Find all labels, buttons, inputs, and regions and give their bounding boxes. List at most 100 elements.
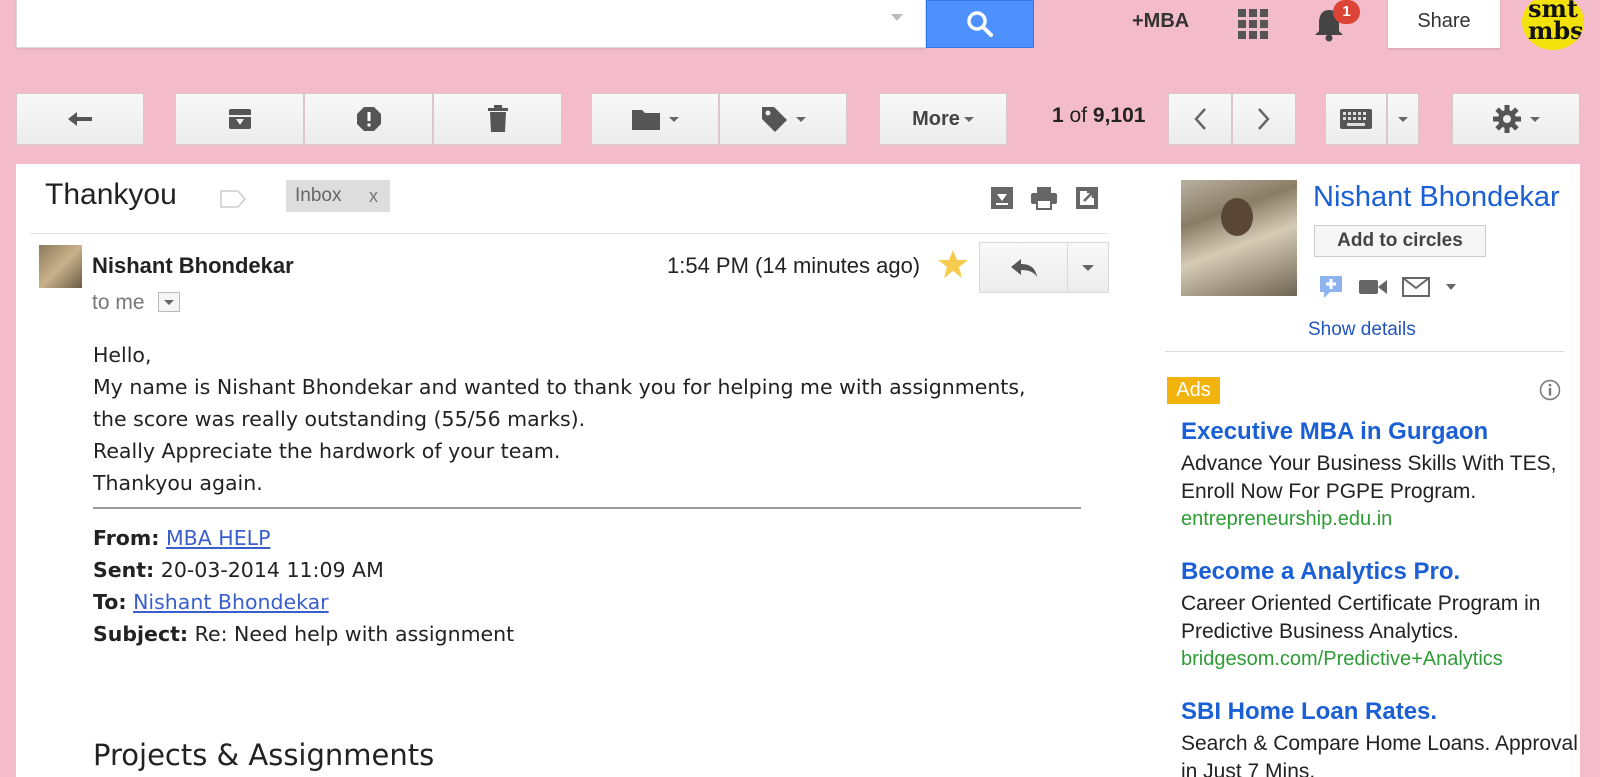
message-body: Hello, My name is Nishant Bhondekar and …	[93, 339, 1026, 499]
contact-name[interactable]: Nishant Bhondekar	[1313, 181, 1560, 214]
contact-actions	[1318, 274, 1458, 300]
more-chevron-icon	[963, 116, 974, 122]
avatar-logo-text: smt mbs	[1528, 0, 1584, 45]
show-details-dropdown[interactable]	[158, 292, 180, 312]
search-icon	[967, 11, 993, 37]
input-tools-chevron-icon	[1398, 116, 1408, 122]
more-reply-options-button[interactable]	[1068, 243, 1108, 292]
account-avatar[interactable]: smt mbs	[1522, 0, 1584, 50]
quote-divider	[93, 507, 1081, 509]
message-timestamp: 1:54 PM (14 minutes ago)	[667, 253, 921, 278]
move-to-chevron-icon	[669, 116, 679, 122]
ad-url[interactable]: bridgesom.com/Predictive+Analytics	[1181, 646, 1581, 672]
search-button[interactable]	[926, 0, 1034, 48]
sent-value: 20-03-2014 11:09 AM	[160, 558, 384, 582]
body-line: Really Appreciate the hardwork of your t…	[93, 439, 561, 463]
sent-label: Sent:	[93, 558, 155, 582]
from-link[interactable]: MBA HELP	[166, 526, 270, 550]
quoted-header: From: MBA HELP Sent: 20-03-2014 11:09 AM…	[93, 522, 514, 650]
settings-button[interactable]	[1452, 93, 1580, 145]
report-spam-button[interactable]	[304, 93, 433, 145]
trash-icon	[487, 105, 508, 132]
more-actions-chevron-icon[interactable]	[1444, 282, 1458, 292]
older-button[interactable]	[1232, 93, 1296, 145]
input-tools-button[interactable]	[1325, 93, 1387, 145]
labels-button[interactable]	[719, 93, 847, 145]
info-icon[interactable]	[1539, 379, 1561, 401]
back-to-inbox-button[interactable]	[16, 93, 144, 145]
ad-item[interactable]: Executive MBA in Gurgaon Advance Your Bu…	[1181, 418, 1581, 532]
subject-value: Re: Need help with assignment	[194, 622, 515, 646]
input-tools-dropdown[interactable]	[1387, 93, 1419, 145]
folder-icon	[632, 110, 660, 130]
body-line: Thankyou again.	[93, 471, 263, 495]
print-icon[interactable]	[1030, 186, 1058, 210]
recipient-summary: to me	[92, 291, 145, 314]
ad-text: Career Oriented Certificate Program in P…	[1181, 592, 1541, 643]
chevron-left-icon	[1194, 108, 1206, 130]
pager-current: 1	[1052, 104, 1064, 127]
star-icon[interactable]	[937, 248, 969, 280]
pager-total: 9,101	[1092, 104, 1146, 127]
reply-button[interactable]	[980, 243, 1068, 292]
spam-exclamation-icon	[356, 107, 381, 131]
contact-photo[interactable]	[1181, 180, 1297, 296]
ad-text: Search & Compare Home Loans. Approval in…	[1181, 732, 1578, 777]
open-new-window-icon[interactable]	[1075, 186, 1099, 210]
keyboard-icon	[1340, 109, 1372, 129]
hangout-chat-icon[interactable]	[1318, 274, 1344, 300]
remove-label-button[interactable]: x	[369, 180, 378, 212]
subject-label: Subject:	[93, 622, 189, 646]
section-heading: Projects & Assignments	[93, 738, 435, 772]
ad-url[interactable]: entrepreneurship.edu.in	[1181, 506, 1581, 532]
to-link[interactable]: Nishant Bhondekar	[133, 590, 329, 614]
sender-name[interactable]: Nishant Bhondekar	[92, 253, 294, 279]
move-to-button[interactable]	[591, 93, 719, 145]
reply-options-chevron-icon	[1082, 264, 1094, 271]
ad-title[interactable]: Executive MBA in Gurgaon	[1181, 418, 1581, 446]
label-importance-icon[interactable]	[220, 190, 246, 208]
share-button[interactable]: Share	[1388, 0, 1500, 48]
chevron-right-icon	[1258, 108, 1270, 130]
back-arrow-icon	[68, 112, 92, 126]
archive-button[interactable]	[175, 93, 304, 145]
ad-title[interactable]: SBI Home Loan Rates.	[1181, 698, 1581, 726]
ad-item[interactable]: SBI Home Loan Rates. Search & Compare Ho…	[1181, 698, 1581, 777]
pager-of: of	[1069, 104, 1088, 127]
contact-divider	[1165, 351, 1565, 352]
ads-badge: Ads	[1167, 377, 1220, 404]
gear-icon	[1493, 105, 1521, 133]
more-button[interactable]: More	[879, 93, 1007, 145]
to-label: To:	[93, 590, 127, 614]
labels-chevron-icon	[796, 116, 806, 122]
body-line: the score was really outstanding (55/56 …	[93, 407, 586, 431]
search-options-chevron-icon[interactable]	[891, 14, 903, 21]
header-divider	[30, 233, 1108, 234]
from-label: From:	[93, 526, 160, 550]
ad-item[interactable]: Become a Analytics Pro. Career Oriented …	[1181, 558, 1581, 672]
settings-chevron-icon	[1530, 116, 1540, 122]
sender-avatar[interactable]	[39, 245, 82, 288]
mail-envelope-icon[interactable]	[1402, 277, 1430, 297]
more-label: More	[912, 107, 960, 130]
inbox-label-chip: Inbox x	[286, 180, 390, 212]
inbox-label-text: Inbox	[295, 185, 342, 206]
body-line: Hello,	[93, 343, 152, 367]
newer-button[interactable]	[1168, 93, 1232, 145]
profile-link[interactable]: +MBA	[1132, 10, 1189, 33]
expand-all-icon[interactable]	[990, 186, 1014, 210]
label-tag-icon	[762, 107, 787, 132]
ad-text: Advance Your Business Skills With TES, E…	[1181, 452, 1557, 503]
video-camera-icon[interactable]	[1358, 277, 1388, 297]
apps-grid-icon[interactable]	[1237, 8, 1269, 40]
notification-count-badge: 1	[1333, 0, 1360, 24]
archive-icon	[228, 109, 251, 129]
ad-title[interactable]: Become a Analytics Pro.	[1181, 558, 1581, 586]
show-details-link[interactable]: Show details	[1308, 319, 1416, 341]
add-to-circles-button[interactable]: Add to circles	[1314, 225, 1486, 257]
search-input[interactable]	[16, 0, 926, 48]
pagination-info: 1 of 9,101	[1052, 104, 1145, 128]
delete-button[interactable]	[433, 93, 562, 145]
body-line: My name is Nishant Bhondekar and wanted …	[93, 375, 1026, 399]
email-subject: Thankyou	[45, 178, 177, 211]
